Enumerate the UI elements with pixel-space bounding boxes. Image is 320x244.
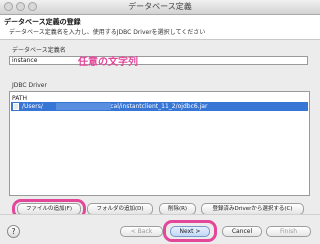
path-prefix: /Users/ [22, 103, 43, 110]
path-column-header: PATH [12, 95, 28, 102]
back-button[interactable]: < Back [120, 226, 163, 237]
window-title: データベース定義 [128, 2, 192, 11]
page-title: データベース定義の登録 [4, 18, 81, 26]
jar-file-icon [13, 103, 19, 110]
driver-path: /Users/ /local/instantclient_11_2/ojdbc6.… [22, 102, 207, 111]
db-name-label: データベース定義名 [12, 47, 66, 54]
path-suffix: /local/instantclient_11_2/ojdbc6.jar [102, 103, 208, 110]
redacted-region [56, 103, 111, 110]
dialog-window: データベース定義 データベース定義の登録 データベース定義名を入力し、使用するJ… [0, 0, 320, 244]
wizard-content: データベース定義名 任意の文字列 JDBC Driver PATH /Users… [0, 40, 320, 219]
annotation-text: 任意の文字列 [78, 57, 138, 68]
cancel-button[interactable]: Cancel [222, 226, 262, 237]
wizard-footer: ? < Back Next > Cancel Finish [0, 214, 320, 244]
finish-button[interactable]: Finish [266, 226, 311, 237]
help-button[interactable]: ? [7, 225, 20, 238]
jdbc-driver-label: JDBC Driver [12, 82, 47, 89]
jdbc-driver-list[interactable]: PATH /Users/ /local/instantclient_11_2/oj… [9, 91, 310, 196]
wizard-header: データベース定義の登録 データベース定義名を入力し、使用するJDBC Drive… [0, 15, 320, 40]
db-name-input[interactable] [9, 56, 308, 65]
list-item[interactable]: /Users/ /local/instantclient_11_2/ojdbc6.… [11, 102, 308, 111]
title-bar: データベース定義 [0, 0, 320, 15]
next-button[interactable]: Next > [170, 226, 210, 237]
page-description: データベース定義名を入力し、使用するJDBC Driverを選択してください [9, 29, 206, 36]
